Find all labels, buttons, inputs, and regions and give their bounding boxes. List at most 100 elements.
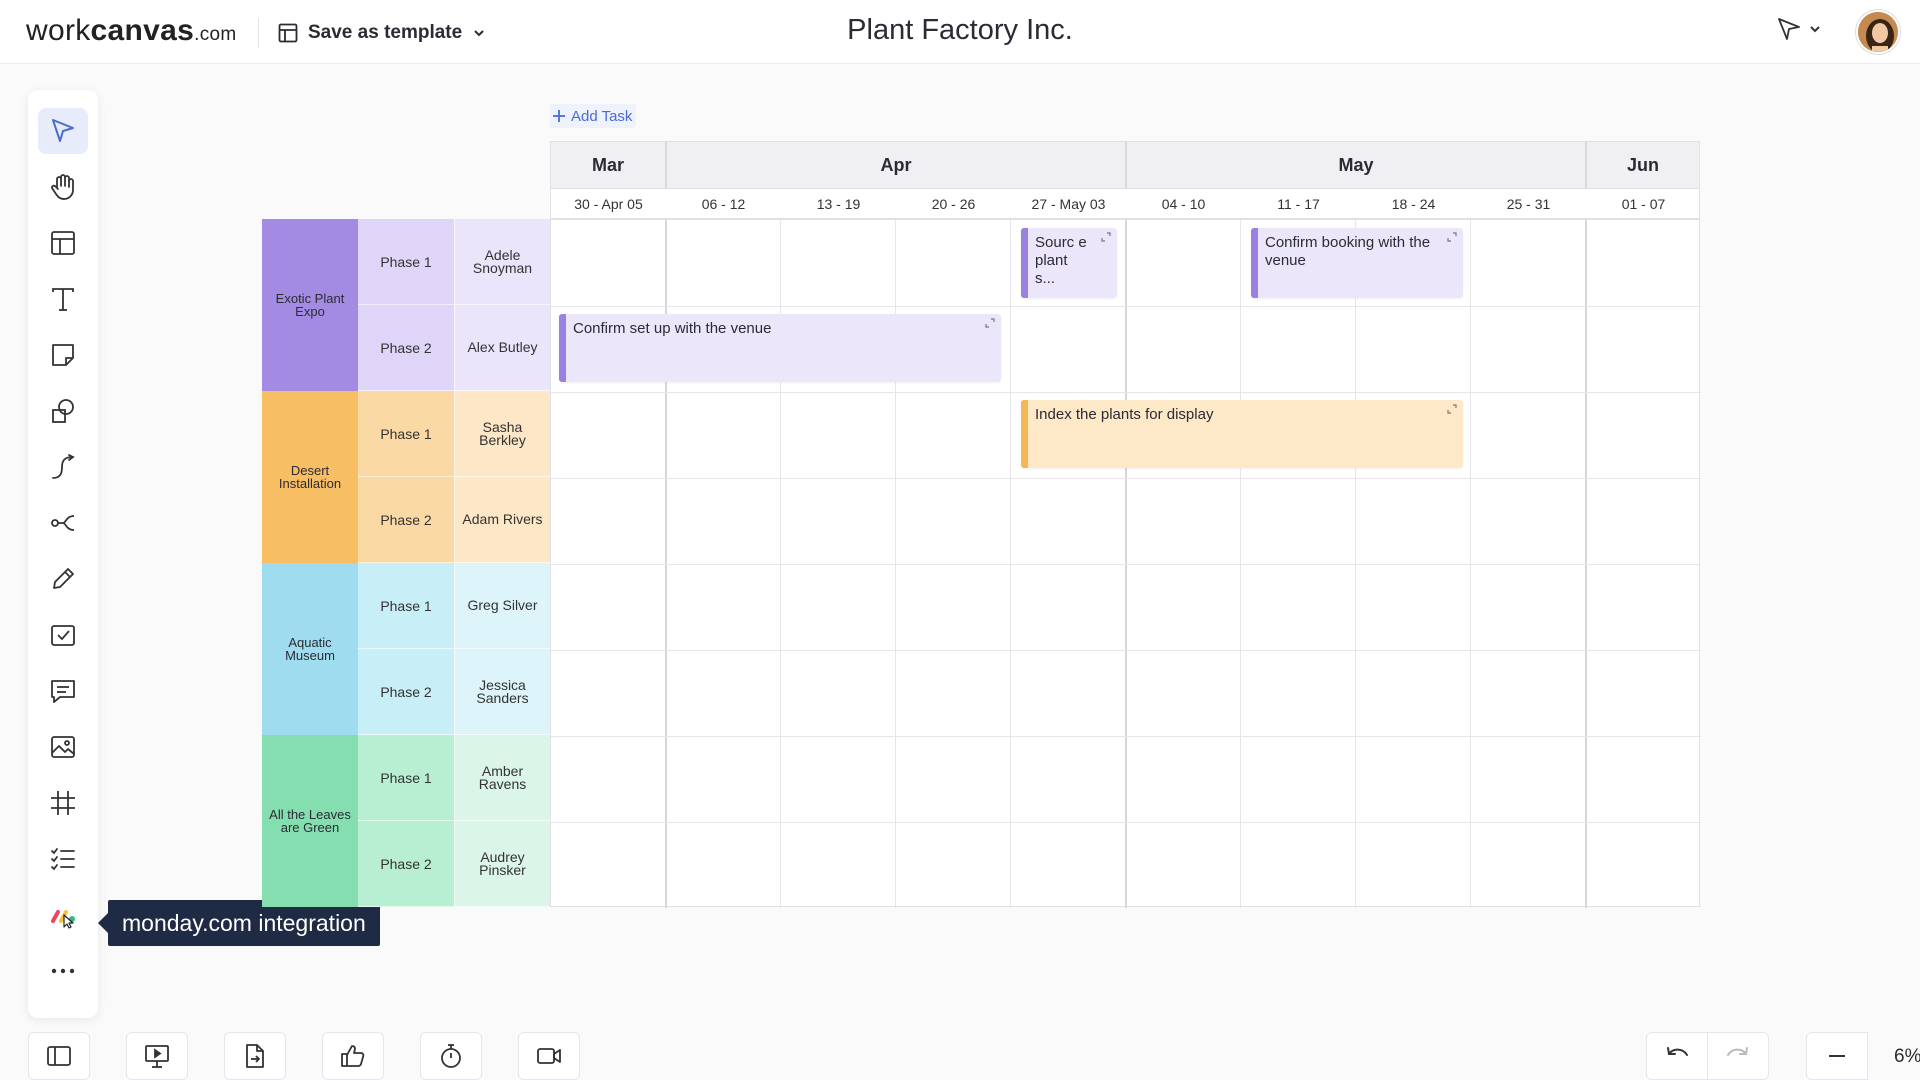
add-task-label: Add Task	[571, 107, 633, 125]
thumbs-up-icon	[341, 1045, 365, 1067]
sidebar-toggle-button[interactable]	[28, 1032, 90, 1080]
grid-line	[551, 306, 1701, 307]
logo-text-domain: .com	[194, 24, 237, 45]
image-tool-button[interactable]	[38, 724, 88, 770]
connector-tool-button[interactable]	[38, 444, 88, 490]
group-label-exotic-plant-expo[interactable]: Exotic Plant Expo	[262, 219, 358, 391]
add-task-button[interactable]: Add Task	[550, 104, 637, 128]
task-title: Confirm booking with the venue	[1265, 234, 1431, 269]
week-label: 25 - 31	[1506, 195, 1551, 212]
monday-icon	[51, 910, 75, 929]
save-as-template-button[interactable]: Save as template	[278, 18, 486, 48]
cursor-icon	[52, 119, 74, 142]
phase-cell[interactable]: Phase 2	[358, 821, 454, 907]
assignee-cell[interactable]: Adam Rivers	[454, 477, 550, 563]
logo-text-canvas: canvas	[90, 14, 195, 47]
task-card-source-plants[interactable]: Sourc e plants...	[1021, 228, 1117, 298]
grid-line	[551, 650, 1701, 651]
week-header: 30 - Apr 05 06 - 12 13 - 19 20 - 26 27 -…	[550, 189, 1700, 219]
user-avatar[interactable]	[1856, 10, 1900, 54]
month-header: Mar Apr May Jun	[550, 141, 1700, 189]
timeline-grid[interactable]: Sourc e plants... Confirm booking with t…	[550, 219, 1701, 908]
connector-icon	[52, 454, 75, 479]
phase-cell[interactable]: Phase 2	[358, 477, 454, 563]
pencil-icon	[53, 568, 74, 589]
phase-cell[interactable]: Phase 1	[358, 563, 454, 649]
phase-cell[interactable]: Phase 1	[358, 735, 454, 821]
task-color-bar	[1021, 228, 1028, 298]
plus-icon	[553, 110, 565, 122]
board-title[interactable]: Plant Factory Inc.	[847, 14, 1073, 46]
assignee-cell[interactable]: Adele Snoyman	[454, 219, 550, 305]
phase-cell[interactable]: Phase 2	[358, 305, 454, 391]
present-icon	[145, 1045, 169, 1068]
timer-icon	[441, 1044, 461, 1068]
task-title: Sourc e plants...	[1035, 234, 1087, 287]
text-tool-button[interactable]	[38, 276, 88, 322]
more-icon	[51, 968, 75, 974]
assignee-cell[interactable]: Greg Silver	[454, 563, 550, 649]
templates-tool-button[interactable]	[38, 220, 88, 266]
present-button[interactable]	[126, 1032, 188, 1080]
shapes-tool-button[interactable]	[38, 388, 88, 434]
minus-icon	[1829, 1055, 1845, 1057]
group-label-all-the-leaves-are-green[interactable]: All the Leaves are Green	[262, 735, 358, 907]
layout-icon	[51, 231, 75, 255]
group-label-desert-installation[interactable]: Desert Installation	[262, 391, 358, 563]
export-icon	[246, 1044, 264, 1068]
grid-line	[551, 822, 1701, 823]
phase-cell[interactable]: Phase 1	[358, 391, 454, 477]
assignee-cell[interactable]: Audrey Pinsker	[454, 821, 550, 907]
expand-icon[interactable]	[1447, 404, 1457, 414]
task-tool-button[interactable]	[38, 612, 88, 658]
month-jun: Jun	[1585, 142, 1699, 188]
presentation-mode-button[interactable]	[1776, 16, 1822, 42]
comment-tool-button[interactable]	[38, 668, 88, 714]
sticky-note-tool-button[interactable]	[38, 332, 88, 378]
select-tool-button[interactable]	[38, 108, 88, 154]
chevron-down-icon	[1810, 26, 1820, 33]
frame-tool-button[interactable]	[38, 780, 88, 826]
mind-map-tool-button[interactable]	[38, 500, 88, 546]
left-toolbar	[28, 90, 98, 1018]
hand-tool-button[interactable]	[38, 164, 88, 210]
phase-cell[interactable]: Phase 2	[358, 649, 454, 735]
top-bar: workcanvas.com Save as template Plant Fa…	[0, 0, 1920, 64]
monday-integration-tool-button[interactable]	[38, 892, 88, 938]
redo-button[interactable]	[1707, 1032, 1769, 1080]
topbar-divider	[258, 18, 259, 48]
text-icon	[52, 288, 74, 311]
hand-icon	[51, 174, 74, 200]
pen-tool-button[interactable]	[38, 556, 88, 602]
sticky-note-icon	[52, 344, 74, 366]
checklist-icon	[51, 848, 75, 871]
week-label: 06 - 12	[701, 195, 746, 212]
phase-cell[interactable]: Phase 1	[358, 219, 454, 305]
assignee-cell[interactable]: Alex Butley	[454, 305, 550, 391]
assignee-cell[interactable]: Sasha Berkley	[454, 391, 550, 477]
workcanvas-logo[interactable]: workcanvas.com	[26, 14, 236, 48]
vote-button[interactable]	[322, 1032, 384, 1080]
expand-icon[interactable]	[985, 318, 995, 328]
save-as-template-label: Save as template	[308, 22, 463, 43]
assignee-cell[interactable]: Jessica Sanders	[454, 649, 550, 735]
export-button[interactable]	[224, 1032, 286, 1080]
redo-icon	[1727, 1047, 1748, 1056]
checkbox-icon	[51, 625, 75, 646]
expand-icon[interactable]	[1447, 232, 1457, 242]
expand-icon[interactable]	[1101, 232, 1111, 242]
assignee-cell[interactable]: Amber Ravens	[454, 735, 550, 821]
task-card-confirm-setup[interactable]: Confirm set up with the venue	[559, 314, 1001, 382]
shapes-icon	[52, 399, 74, 423]
more-tools-button[interactable]	[38, 948, 88, 994]
task-card-confirm-booking[interactable]: Confirm booking with the venue	[1251, 228, 1463, 298]
timeline-board: Mar Apr May Jun 30 - Apr 05 06 - 12 13 -…	[262, 141, 1701, 908]
checklist-tool-button[interactable]	[38, 836, 88, 882]
zoom-level[interactable]: 6%	[1894, 1046, 1920, 1068]
task-card-index-plants[interactable]: Index the plants for display	[1021, 400, 1463, 468]
undo-button[interactable]	[1646, 1032, 1708, 1080]
group-label-aquatic-museum[interactable]: Aquatic Museum	[262, 563, 358, 735]
video-button[interactable]	[518, 1032, 580, 1080]
zoom-out-button[interactable]	[1806, 1032, 1868, 1080]
timer-button[interactable]	[420, 1032, 482, 1080]
